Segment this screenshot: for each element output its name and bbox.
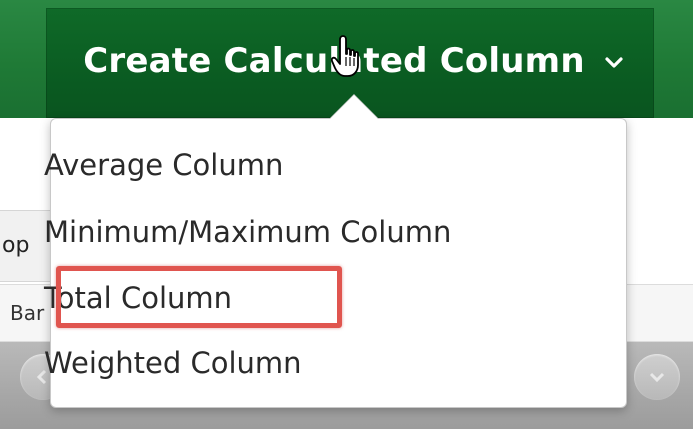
chevron-down-icon — [649, 372, 665, 383]
create-calculated-column-label: Create Calculated Column — [83, 41, 585, 81]
menu-item-minimum-maximum-column[interactable]: Minimum/Maximum Column — [44, 215, 451, 249]
partial-tab-label: op — [2, 233, 30, 258]
dropdown-caret — [330, 95, 378, 119]
menu-item-average-column[interactable]: Average Column — [44, 148, 283, 182]
chevron-down-round-button[interactable] — [634, 354, 680, 400]
column-header-label: Bar — [10, 301, 45, 325]
menu-item-total-column[interactable]: Total Column — [44, 281, 232, 315]
menu-item-weighted-column[interactable]: Weighted Column — [44, 346, 302, 380]
chevron-down-icon — [605, 57, 623, 68]
screenshot-stage: op Bar Create Calculated Column Average … — [0, 0, 693, 429]
